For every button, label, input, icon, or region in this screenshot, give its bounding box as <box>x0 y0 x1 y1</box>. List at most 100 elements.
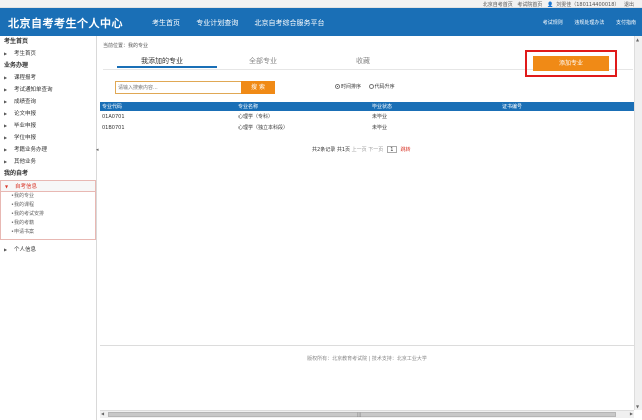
breadcrumb: 当前位置：我的专业 <box>103 43 149 49</box>
sidebar-heading-business: 业务办理 <box>4 62 29 69</box>
add-major-highlight: 添加专业 <box>525 50 617 77</box>
sidebar-sub-my-status[interactable]: •我的考籍 <box>1 219 95 228</box>
sidebar-sub-my-courses[interactable]: •我的课程 <box>1 201 95 210</box>
chevron-right-icon: ▶ <box>4 135 8 140</box>
chevron-right-icon: ▶ <box>4 247 8 252</box>
sidebar-item-label: 考生首页 <box>14 51 37 57</box>
chevron-right-icon: ▶ <box>4 123 8 128</box>
sidebar-item-label: 考籍业务办理 <box>14 147 48 153</box>
sidebar-item-label: 论文申报 <box>14 111 37 117</box>
chevron-right-icon: ▶ <box>4 75 8 80</box>
sidebar-heading-my: 我的自考 <box>4 170 29 177</box>
cell-grad-status: 未毕业 <box>372 125 388 131</box>
sidebar-item-degree[interactable]: ▶ 学位申报 <box>0 132 96 144</box>
chevron-right-icon: ▶ <box>4 159 8 164</box>
nav-payment[interactable]: 支付指南 <box>616 20 636 26</box>
vertical-scrollbar[interactable]: ▲ ▼ <box>634 36 642 410</box>
top-links: 北京自考首页 考试院首页 👤 刘雯佳（180114400018） 退出 <box>480 1 634 8</box>
sidebar-item-admission-notice[interactable]: ▶ 考试通知单查询 <box>0 84 96 96</box>
horizontal-scrollbar[interactable]: ◀ ||| ▶ <box>100 410 634 418</box>
site-title: 北京自考考生个人中心 <box>8 17 123 30</box>
chevron-right-icon: ▶ <box>4 99 8 104</box>
sidebar-item-label: 自考信息 <box>15 184 38 190</box>
nav-exam-rules[interactable]: 考试规则 <box>543 20 563 26</box>
sidebar-item-label: 学位申报 <box>14 135 37 141</box>
nav-service-platform[interactable]: 北京自考综合服务平台 <box>254 19 324 27</box>
chevron-right-icon: ▶ <box>4 51 8 56</box>
sidebar-item-exam-info[interactable]: ▼ 自考信息 <box>0 180 96 192</box>
main-nav: 考生首页 专业计划查询 北京自考综合服务平台 <box>152 18 338 28</box>
table-header-row: 专业代码 专业名称 毕业状态 证书编号 <box>100 102 634 111</box>
sidebar-item-home[interactable]: ▶ 考生首页 <box>0 48 96 60</box>
sidebar-item-personal[interactable]: ▶ 个人信息 <box>0 244 96 256</box>
nav-home[interactable]: 考生首页 <box>152 19 180 27</box>
cell-major-code: 01B0701 <box>102 124 125 131</box>
sort-by-time[interactable]: 时间排序 <box>335 83 361 90</box>
tab-favorites[interactable]: 收藏 <box>356 56 370 66</box>
sidebar: 考生首页 ▶ 考生首页 业务办理 ▶ 课程报考 ▶ 考试通知单查询 ▶ 成绩查询 ▶ 论文… <box>0 36 97 420</box>
radio-selected-icon <box>335 84 340 89</box>
cell-major-name: 心理学（独立本科段） <box>238 125 289 131</box>
cell-cert-number <box>500 122 634 133</box>
footer: 版权所有：北京教育考试院 | 技术支持：北京工业大学 <box>307 356 427 362</box>
pager-text: 页 <box>345 147 351 153</box>
sidebar-item-scores[interactable]: ▶ 成绩查询 <box>0 96 96 108</box>
sidebar-submenu: •我的专业 •我的课程 •我的考试安排 •我的考籍 •申请书案 <box>0 192 96 240</box>
add-major-button[interactable]: 添加专业 <box>533 56 609 71</box>
col-major-code: 专业代码 <box>102 104 123 110</box>
chevron-right-icon: ▶ <box>4 87 8 92</box>
main-content: 当前位置：我的专业 我添加的专业 全部专业 收藏 添加专业 搜 索 时间排序 代… <box>100 36 634 408</box>
nav-violation[interactable]: 违规处理办法 <box>574 20 604 26</box>
col-grad-status: 毕业状态 <box>372 104 393 110</box>
cell-major-name: 心理学（专科） <box>238 114 274 120</box>
sidebar-sub-my-exams[interactable]: •我的考试安排 <box>1 210 95 219</box>
tab-all-majors[interactable]: 全部专业 <box>249 56 277 66</box>
sidebar-item-label: 课程报考 <box>14 75 37 81</box>
sidebar-item-label: 其他业务 <box>14 159 37 165</box>
sidebar-item-label: 成绩查询 <box>14 99 37 105</box>
page-number-input[interactable]: 1 <box>386 146 397 153</box>
sidebar-item-label: 毕业申报 <box>14 123 37 129</box>
footer-divider <box>100 345 634 346</box>
tab-my-added[interactable]: 我添加的专业 <box>141 56 183 66</box>
radio-label: 时间排序 <box>341 84 362 90</box>
table-row[interactable]: 01B0701 心理学（独立本科段） 未毕业 <box>100 122 634 133</box>
sort-by-code[interactable]: 代码升序 <box>368 83 395 90</box>
chevron-right-icon: ▶ <box>4 111 8 116</box>
pagination: 共2条记录 共1页 上一页 下一页 1 跳转 <box>312 146 410 153</box>
scroll-down-icon[interactable]: ▼ <box>636 404 639 409</box>
sidebar-item-other[interactable]: ▶ 其他业务 <box>0 156 96 168</box>
sort-options: 时间排序 代码升序 <box>335 83 401 90</box>
sidebar-sub-applications[interactable]: •申请书案 <box>1 228 95 237</box>
sidebar-item-status-business[interactable]: ▶ 考籍业务办理 <box>0 144 96 156</box>
sidebar-item-graduation[interactable]: ▶ 毕业申报 <box>0 120 96 132</box>
sidebar-item-label: 个人信息 <box>14 247 37 253</box>
next-page-button[interactable]: 下一页 <box>368 147 383 153</box>
cell-major-code: 01A0701 <box>102 113 125 120</box>
sidebar-item-label: 考试通知单查询 <box>14 87 53 93</box>
search-box: 搜 索 <box>115 81 275 94</box>
radio-label: 代码升序 <box>374 84 395 90</box>
sidebar-item-course-registration[interactable]: ▶ 课程报考 <box>0 72 96 84</box>
site-header: 北京自考考生个人中心 考生首页 专业计划查询 北京自考综合服务平台 考试规则 违… <box>0 8 642 36</box>
sidebar-sub-my-major[interactable]: •我的专业 <box>1 192 95 201</box>
table-row[interactable]: 01A0701 心理学（专科） 未毕业 <box>100 111 634 122</box>
go-page-button[interactable]: 跳转 <box>400 147 410 153</box>
chevron-right-icon: ▶ <box>4 147 8 152</box>
sidebar-heading-home: 考生首页 <box>4 38 29 45</box>
search-input[interactable] <box>118 83 233 93</box>
col-cert-number: 证书编号 <box>502 104 523 110</box>
scroll-thumb[interactable] <box>108 412 616 417</box>
tab-active-indicator <box>117 66 217 68</box>
right-nav: 考试规则 违规处理办法 支付指南 <box>533 19 636 26</box>
prev-page-button[interactable]: 上一页 <box>352 147 367 153</box>
cell-cert-number <box>500 111 634 122</box>
radio-unselected-icon <box>368 84 374 89</box>
majors-table: 专业代码 专业名称 毕业状态 证书编号 01A0701 心理学（专科） 未毕业 … <box>100 102 634 133</box>
nav-plan-query[interactable]: 专业计划查询 <box>196 19 238 27</box>
scroll-up-icon[interactable]: ▲ <box>636 37 639 42</box>
search-button[interactable]: 搜 索 <box>241 81 275 94</box>
sidebar-item-thesis[interactable]: ▶ 论文申报 <box>0 108 96 120</box>
scroll-left-icon[interactable]: ◀ <box>101 411 104 416</box>
scroll-right-icon[interactable]: ▶ <box>630 411 633 416</box>
